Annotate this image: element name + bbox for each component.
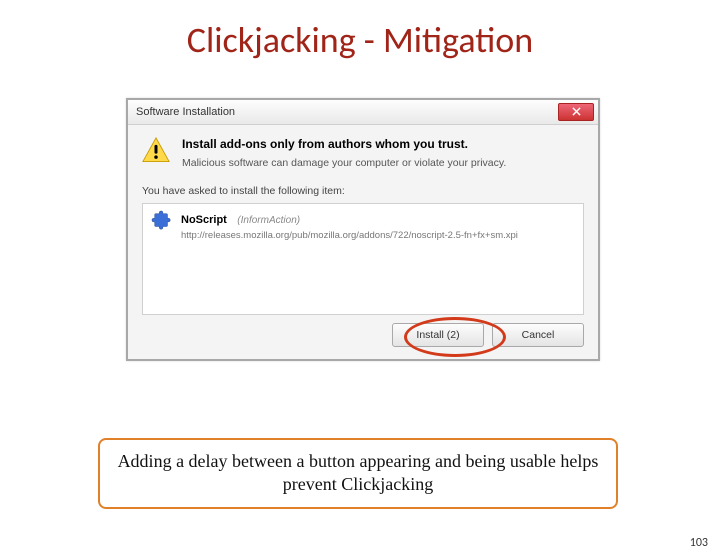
warning-row: Install add-ons only from authors whom y… <box>128 125 598 173</box>
warning-subtitle: Malicious software can damage your compu… <box>182 157 584 169</box>
slide-title: Clickjacking - Mitigation <box>0 18 720 62</box>
close-icon <box>572 103 581 121</box>
page-number: 103 <box>690 536 708 550</box>
addon-author: (InformAction) <box>237 215 300 226</box>
asked-text: You have asked to install the following … <box>128 173 598 203</box>
titlebar: Software Installation <box>128 100 598 125</box>
warning-title: Install add-ons only from authors whom y… <box>182 137 584 151</box>
install-dialog: Software Installation Install add-ons on… <box>126 98 600 361</box>
caption-box: Adding a delay between a button appearin… <box>98 438 618 509</box>
window-title: Software Installation <box>136 106 235 118</box>
addon-icon <box>151 210 173 232</box>
caption-text: Adding a delay between a button appearin… <box>114 450 602 497</box>
addon-url: http://releases.mozilla.org/pub/mozilla.… <box>181 230 575 241</box>
close-button[interactable] <box>558 103 594 121</box>
addon-list: NoScript (InformAction) http://releases.… <box>142 203 584 315</box>
warning-icon <box>142 137 170 163</box>
install-button[interactable]: Install (2) <box>392 323 484 347</box>
button-row: Install (2) Cancel <box>128 315 598 359</box>
cancel-button[interactable]: Cancel <box>492 323 584 347</box>
addon-row: NoScript (InformAction) http://releases.… <box>143 204 583 247</box>
addon-name: NoScript <box>181 214 227 226</box>
